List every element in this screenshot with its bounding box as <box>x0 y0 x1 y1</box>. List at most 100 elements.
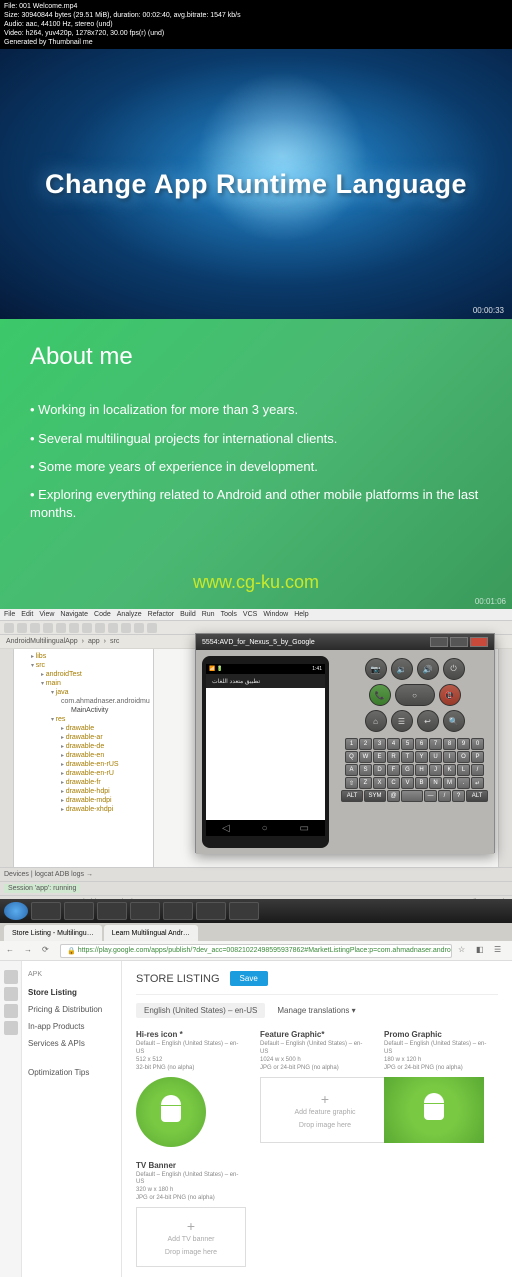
tree-item[interactable]: drawable-xhdpi <box>17 805 150 814</box>
rail-icon[interactable] <box>4 1021 18 1035</box>
recents-icon[interactable]: ▭ <box>300 823 309 834</box>
rail-icon[interactable] <box>4 987 18 1001</box>
keyboard-key[interactable]: ? <box>452 790 465 802</box>
reload-icon[interactable]: ⟳ <box>42 945 54 957</box>
keyboard-key[interactable]: W <box>359 751 372 763</box>
menu-build[interactable]: Build <box>180 611 196 618</box>
keyboard-key[interactable]: I <box>443 751 456 763</box>
taskbar-item[interactable] <box>196 902 226 920</box>
keyboard-key[interactable]: 1 <box>345 738 358 750</box>
crumb[interactable]: AndroidMultilingualApp <box>6 638 78 645</box>
keyboard-key[interactable]: E <box>373 751 386 763</box>
tree-item[interactable]: drawable <box>17 724 150 733</box>
tree-item[interactable]: com.ahmadnaser.androidmu <box>17 697 150 706</box>
volume-down-icon[interactable]: 🔉 <box>391 658 413 680</box>
menu-button[interactable]: ☰ <box>391 710 413 732</box>
power-icon[interactable]: ⏻ <box>443 658 465 680</box>
home-icon[interactable]: ○ <box>262 823 268 834</box>
keyboard-key[interactable]: S <box>359 764 372 776</box>
keyboard-key[interactable]: @ <box>387 790 400 802</box>
keyboard-key[interactable]: H <box>415 764 428 776</box>
keyboard-key[interactable]: A <box>345 764 358 776</box>
browser-tab[interactable]: Store Listing - Multilingu… <box>4 925 102 941</box>
menu-navigate[interactable]: Navigate <box>60 611 88 618</box>
menu-view[interactable]: View <box>39 611 54 618</box>
menu-tools[interactable]: Tools <box>221 611 237 618</box>
keyboard-key[interactable]: 5 <box>401 738 414 750</box>
keyboard-key[interactable]: Z <box>359 777 372 789</box>
keyboard-key[interactable] <box>401 790 423 802</box>
undo-icon[interactable] <box>30 623 40 633</box>
crumb[interactable]: src <box>110 638 119 645</box>
keyboard-key[interactable]: ⇧ <box>345 777 358 789</box>
taskbar-item[interactable] <box>64 902 94 920</box>
emulator-window[interactable]: 5554:AVD_for_Nexus_5_by_Google 📶 🔋 1:41 … <box>195 633 495 853</box>
minimize-button[interactable] <box>430 637 448 647</box>
keyboard-key[interactable]: ↵ <box>471 777 484 789</box>
sidebar-item-optimization[interactable]: Optimization Tips <box>28 1064 115 1081</box>
keyboard-key[interactable]: ALT <box>341 790 363 802</box>
camera-icon[interactable]: 📷 <box>365 658 387 680</box>
build-icon[interactable] <box>95 623 105 633</box>
phone-screen[interactable] <box>206 688 325 820</box>
maximize-button[interactable] <box>450 637 468 647</box>
back-icon[interactable]: ◁ <box>222 823 230 834</box>
sdk-icon[interactable] <box>147 623 157 633</box>
menu-help[interactable]: Help <box>294 611 308 618</box>
extension-icon[interactable]: ◧ <box>476 945 488 957</box>
language-selector[interactable]: English (United States) – en-US <box>136 1003 265 1018</box>
keyboard-key[interactable]: 8 <box>443 738 456 750</box>
devices-label[interactable]: Devices | logcat ADB logs → <box>4 871 93 878</box>
keyboard-key[interactable]: 0 <box>471 738 484 750</box>
run-icon[interactable] <box>108 623 118 633</box>
keyboard-key[interactable]: M <box>443 777 456 789</box>
taskbar-item[interactable] <box>97 902 127 920</box>
close-button[interactable] <box>470 637 488 647</box>
keyboard-key[interactable]: ALT <box>466 790 488 802</box>
open-icon[interactable] <box>4 623 14 633</box>
keyboard-key[interactable]: G <box>401 764 414 776</box>
tree-item[interactable]: src <box>17 661 150 670</box>
keyboard-key[interactable]: 7 <box>429 738 442 750</box>
search-button[interactable]: 🔍 <box>443 710 465 732</box>
crumb[interactable]: app <box>88 638 100 645</box>
tree-item[interactable]: drawable-hdpi <box>17 787 150 796</box>
rail-icon[interactable] <box>4 1004 18 1018</box>
volume-up-icon[interactable]: 🔊 <box>417 658 439 680</box>
tree-item[interactable]: drawable-de <box>17 742 150 751</box>
star-icon[interactable]: ☆ <box>458 945 470 957</box>
keyboard-key[interactable]: / <box>471 764 484 776</box>
taskbar-item[interactable] <box>163 902 193 920</box>
menu-edit[interactable]: Edit <box>21 611 33 618</box>
cut-icon[interactable] <box>56 623 66 633</box>
tree-item[interactable]: drawable-en <box>17 751 150 760</box>
sidebar-item-services[interactable]: Services & APIs <box>28 1035 115 1052</box>
tree-item[interactable]: drawable-mdpi <box>17 796 150 805</box>
keyboard-key[interactable]: SYM <box>364 790 386 802</box>
keyboard-key[interactable]: O <box>457 751 470 763</box>
copy-icon[interactable] <box>69 623 79 633</box>
keyboard-key[interactable]: N <box>429 777 442 789</box>
keyboard-key[interactable]: P <box>471 751 484 763</box>
avd-icon[interactable] <box>134 623 144 633</box>
redo-icon[interactable] <box>43 623 53 633</box>
tree-item[interactable]: res <box>17 715 150 724</box>
keyboard-key[interactable]: 2 <box>359 738 372 750</box>
forward-icon[interactable]: → <box>24 945 36 957</box>
tree-item[interactable]: main <box>17 679 150 688</box>
sidebar-item-store-listing[interactable]: Store Listing <box>28 984 115 1001</box>
menu-code[interactable]: Code <box>94 611 111 618</box>
keyboard-key[interactable]: K <box>443 764 456 776</box>
debug-icon[interactable] <box>121 623 131 633</box>
tree-item[interactable]: drawable-en-rUS <box>17 760 150 769</box>
keyboard-key[interactable]: B <box>415 777 428 789</box>
asset-upload-box[interactable] <box>384 1077 484 1143</box>
keyboard-key[interactable]: D <box>373 764 386 776</box>
call-icon[interactable]: 📞 <box>369 684 391 706</box>
tree-item[interactable]: drawable-en-rU <box>17 769 150 778</box>
taskbar-item[interactable] <box>229 902 259 920</box>
dpad-button[interactable]: ○ <box>395 684 435 706</box>
tree-item[interactable]: MainActivity <box>17 706 150 715</box>
keyboard-key[interactable]: F <box>387 764 400 776</box>
keyboard-key[interactable]: J <box>429 764 442 776</box>
